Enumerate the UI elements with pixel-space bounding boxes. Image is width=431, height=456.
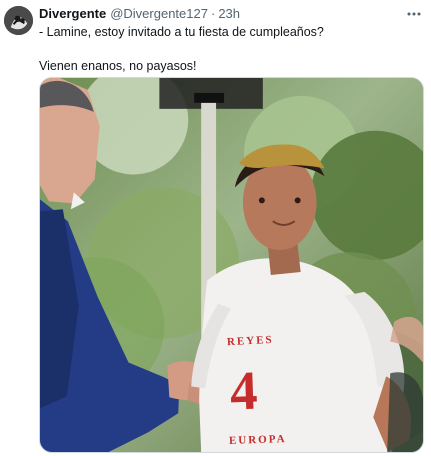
- author-handle[interactable]: @Divergente127: [110, 5, 208, 22]
- post-time[interactable]: 23h: [218, 5, 240, 22]
- tweet-header: Divergente @Divergente127 · 23h: [39, 5, 399, 22]
- avatar-image: [4, 6, 33, 35]
- separator-dot: ·: [210, 6, 216, 21]
- more-options-button[interactable]: [405, 7, 423, 21]
- tweet-card[interactable]: Divergente @Divergente127 · 23h - Lamine…: [0, 0, 431, 456]
- author-display-name[interactable]: Divergente: [39, 5, 106, 22]
- shirt-number: 4: [228, 359, 259, 422]
- post-image[interactable]: REYES 4 EUROPA: [39, 77, 424, 453]
- author-avatar[interactable]: [4, 6, 33, 35]
- tweet-text: - Lamine, estoy invitado a tu fiesta de …: [39, 25, 324, 73]
- shirt-text-bottom: EUROPA: [228, 432, 287, 448]
- more-horizontal-icon: [407, 12, 421, 16]
